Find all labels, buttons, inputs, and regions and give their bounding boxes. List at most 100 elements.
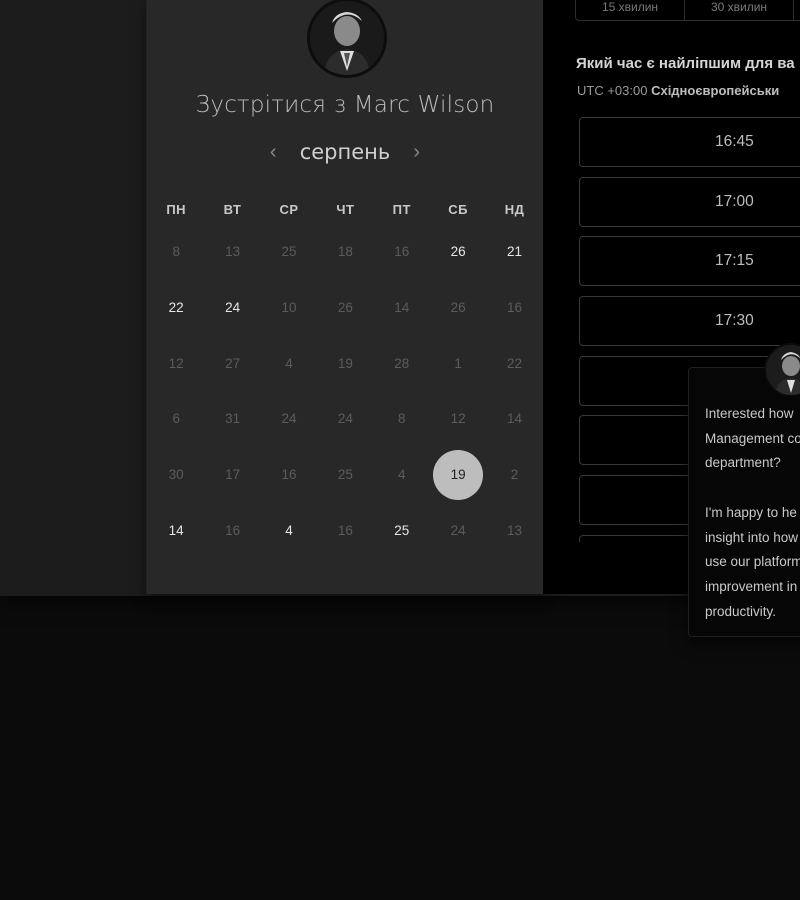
calendar-day: 8 — [374, 394, 430, 444]
prev-month-chevron-icon[interactable]: ‹ — [263, 141, 283, 164]
calendar-day: 14 — [374, 283, 430, 333]
weekday-label: ЧТ — [336, 202, 355, 217]
calendar-panel: Зустрітися з Marc Wilson ‹ серпень › ПН В… — [146, 0, 544, 594]
calendar-day-number: 24 — [225, 300, 241, 316]
calendar-day: 31 — [204, 394, 260, 444]
calendar-day: 12 — [148, 338, 204, 388]
calendar-day-number: 16 — [394, 244, 410, 260]
calendar-day: 25 — [261, 227, 317, 277]
calendar-day-number: 4 — [285, 355, 293, 371]
time-question: Який час є найліпшим для ва — [576, 55, 795, 72]
timezone-offset: UTC +03:00 — [577, 83, 648, 98]
calendar-day-number: 16 — [281, 467, 297, 483]
calendar-day-number: 26 — [450, 300, 466, 316]
calendar-day-number: 16 — [507, 300, 523, 316]
host-avatar — [307, 0, 387, 78]
calendar-day-number: 10 — [281, 300, 297, 316]
calendar-day-number: 18 — [337, 244, 353, 260]
calendar-day-number: 25 — [394, 522, 410, 538]
calendar-grid: ПН ВТ СР ЧТ ПТ СБ НД 8 13 25 18 16 26 21 22 24 10 26 14 26… — [147, 196, 543, 558]
calendar-day: 24 — [261, 394, 317, 444]
calendar-day: 16 — [486, 283, 542, 333]
calendar-day-number: 6 — [172, 411, 180, 427]
calendar-day-number: 24 — [281, 411, 297, 427]
duration-tab-30[interactable]: 30 хвилин — [685, 0, 794, 20]
calendar-day[interactable]: 21 — [486, 227, 542, 277]
calendar-day: 16 — [261, 450, 317, 500]
calendar-day-number: 16 — [225, 522, 241, 538]
calendar-day-number: 28 — [394, 355, 410, 371]
timezone-name: Східноєвропейськи — [651, 83, 780, 98]
calendar-day: 28 — [374, 338, 430, 388]
calendar-day[interactable]: 26 — [430, 227, 486, 277]
calendar-day: 19 — [317, 338, 373, 388]
calendar-day: 22 — [486, 338, 542, 388]
calendar-day-number: 4 — [398, 467, 406, 483]
calendar-day: 12 — [430, 394, 486, 444]
calendar-day[interactable]: 22 — [148, 283, 204, 333]
calendar-day[interactable]: 4 — [261, 505, 317, 555]
time-slot-button[interactable]: 17:15 — [579, 236, 800, 287]
calendar-day: 30 — [148, 450, 204, 500]
calendar-day-number: 4 — [285, 522, 293, 538]
time-slot-button[interactable]: 17:30 — [579, 296, 800, 347]
duration-tabs: 15 хвилин 30 хвилин — [575, 0, 800, 21]
month-label: серпень — [299, 140, 391, 164]
calendar-day-number: 22 — [507, 355, 523, 371]
time-slot-button[interactable]: 17:00 — [579, 176, 800, 227]
calendar-day: 17 — [204, 450, 260, 500]
calendar-day[interactable]: 25 — [374, 505, 430, 555]
calendar-week: 6 31 24 24 8 12 14 — [148, 391, 543, 447]
calendar-day-number: 14 — [394, 300, 410, 316]
calendar-day-number: 8 — [172, 244, 180, 260]
weekday-header: ПН ВТ СР ЧТ ПТ СБ НД — [148, 196, 543, 224]
calendar-day: 26 — [317, 283, 373, 333]
calendar-day: 16 — [317, 505, 373, 555]
calendar-day: 8 — [148, 227, 204, 277]
calendar-day-number: 14 — [507, 411, 523, 427]
calendar-day-number: 30 — [168, 467, 184, 483]
chat-message: Interested how Management co department?… — [705, 406, 800, 619]
calendar-day-number: 22 — [168, 300, 184, 316]
calendar-day-number: 1 — [454, 355, 462, 371]
calendar-day: 13 — [204, 227, 260, 277]
calendar-day[interactable]: 14 — [148, 505, 204, 555]
calendar-week: 30 17 16 25 4 19 2 — [148, 447, 543, 503]
next-month-chevron-icon[interactable]: › — [407, 141, 427, 164]
month-navigation: ‹ серпень › — [147, 140, 543, 164]
calendar-day-number: 17 — [225, 467, 241, 483]
calendar-day-number: 16 — [337, 522, 353, 538]
calendar-day-number: 26 — [337, 300, 353, 316]
calendar-day: 10 — [261, 283, 317, 333]
calendar-week: 22 24 10 26 14 26 16 — [148, 280, 543, 336]
timezone-label[interactable]: UTC +03:00 Східноєвропейськи — [577, 83, 779, 98]
calendar-day: 18 — [317, 227, 373, 277]
calendar-day-number: 21 — [507, 244, 523, 260]
calendar-day-number: 24 — [337, 411, 353, 427]
calendar-day-number: 24 — [450, 522, 466, 538]
calendar-day-number: 19 — [433, 449, 484, 500]
calendar-day-number: 13 — [507, 522, 523, 538]
calendar-day: 13 — [486, 505, 542, 555]
calendar-day-selected[interactable]: 19 — [430, 449, 486, 500]
time-slot-button[interactable]: 16:45 — [579, 117, 800, 167]
calendar-week: 14 16 4 16 25 24 13 — [148, 502, 543, 558]
calendar-day: 25 — [317, 450, 373, 500]
calendar-day-number: 31 — [225, 411, 241, 427]
meeting-title: Зустрітися з Marc Wilson — [195, 92, 495, 118]
calendar-day: 24 — [317, 394, 373, 444]
calendar-day[interactable]: 24 — [204, 283, 260, 333]
calendar-day: 14 — [486, 394, 542, 444]
calendar-day: 16 — [374, 227, 430, 277]
duration-tab-more[interactable] — [794, 0, 800, 20]
chat-popup[interactable]: Interested how Management co department?… — [688, 367, 800, 637]
calendar-day: 16 — [204, 505, 260, 555]
calendar-day: 1 — [430, 338, 486, 388]
calendar-day: 27 — [204, 338, 260, 388]
duration-tab-15[interactable]: 15 хвилин — [576, 0, 685, 20]
calendar-day-number: 27 — [225, 355, 241, 371]
calendar-day-number: 12 — [168, 355, 184, 371]
calendar-day-number: 13 — [225, 244, 241, 260]
calendar-week: 12 27 4 19 28 1 22 — [148, 335, 543, 391]
weekday-label: СБ — [448, 202, 469, 217]
